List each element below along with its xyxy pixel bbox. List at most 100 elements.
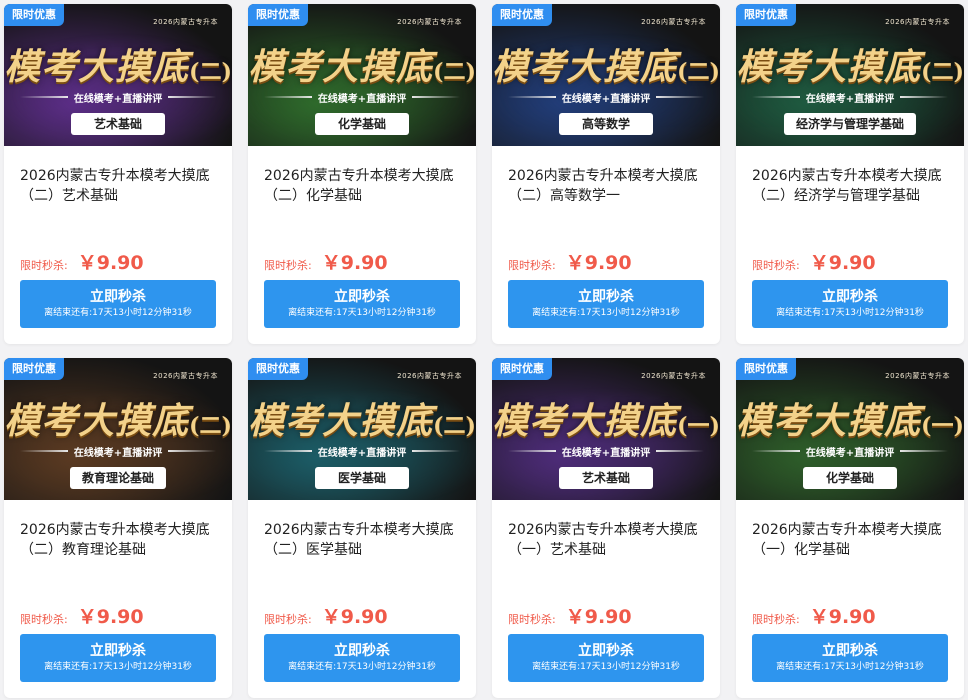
banner-subline-text: 在线模考+直播讲评	[805, 447, 895, 459]
banner-top-tag: 2026内蒙古专升本	[397, 18, 462, 26]
course-card[interactable]: 限时优惠 2026内蒙古专升本 模考大摸底(二) 在线模考+直播讲评 经济学与管…	[736, 4, 964, 344]
banner-title: 模考大摸底(二)	[248, 392, 476, 444]
banner-subline: 在线模考+直播讲评	[752, 90, 949, 105]
course-banner[interactable]: 限时优惠 2026内蒙古专升本 模考大摸底(二) 在线模考+直播讲评 化学基础	[248, 4, 476, 146]
course-name[interactable]: 2026内蒙古专升本模考大摸底（二）经济学与管理学基础	[752, 166, 952, 202]
banner-subline-text: 在线模考+直播讲评	[561, 447, 651, 459]
buy-now-button[interactable]: 立即秒杀 离结束还有:17天13小时12分钟31秒	[264, 634, 460, 682]
course-banner[interactable]: 限时优惠 2026内蒙古专升本 模考大摸底(二) 在线模考+直播讲评 医学基础	[248, 358, 476, 500]
banner-subline: 在线模考+直播讲评	[20, 444, 217, 459]
divider	[168, 96, 217, 98]
buy-now-button[interactable]: 立即秒杀 离结束还有:17天13小时12分钟31秒	[508, 634, 704, 682]
countdown-text: 离结束还有:17天13小时12分钟31秒	[44, 308, 192, 318]
course-card[interactable]: 限时优惠 2026内蒙古专升本 模考大摸底(一) 在线模考+直播讲评 艺术基础 …	[492, 358, 720, 698]
course-banner[interactable]: 限时优惠 2026内蒙古专升本 模考大摸底(二) 在线模考+直播讲评 教育理论基…	[4, 358, 232, 500]
price-row: 限时秒杀: ￥9.90	[264, 602, 388, 629]
banner-subline-text: 在线模考+直播讲评	[317, 447, 407, 459]
buy-now-label: 立即秒杀	[578, 643, 634, 659]
course-card[interactable]: 限时优惠 2026内蒙古专升本 模考大摸底(二) 在线模考+直播讲评 医学基础 …	[248, 358, 476, 698]
banner-title-part: (二)	[433, 413, 476, 439]
price-label: 限时秒杀:	[752, 613, 800, 626]
course-banner[interactable]: 限时优惠 2026内蒙古专升本 模考大摸底(一) 在线模考+直播讲评 艺术基础	[492, 358, 720, 500]
promo-badge: 限时优惠	[4, 358, 64, 380]
buy-now-label: 立即秒杀	[90, 289, 146, 305]
buy-now-button[interactable]: 立即秒杀 离结束还有:17天13小时12分钟31秒	[752, 280, 948, 328]
buy-now-label: 立即秒杀	[578, 289, 634, 305]
banner-title: 模考大摸底(二)	[4, 392, 232, 444]
buy-now-button[interactable]: 立即秒杀 离结束还有:17天13小时12分钟31秒	[752, 634, 948, 682]
promo-badge: 限时优惠	[736, 4, 796, 26]
promo-badge: 限时优惠	[492, 358, 552, 380]
buy-now-button[interactable]: 立即秒杀 离结束还有:17天13小时12分钟31秒	[264, 280, 460, 328]
price-row: 限时秒杀: ￥9.90	[508, 248, 632, 275]
countdown-text: 离结束还有:17天13小时12分钟31秒	[776, 308, 924, 318]
countdown-text: 离结束还有:17天13小时12分钟31秒	[532, 308, 680, 318]
banner-subline: 在线模考+直播讲评	[264, 90, 461, 105]
buy-now-button[interactable]: 立即秒杀 离结束还有:17天13小时12分钟31秒	[20, 634, 216, 682]
price-value: ￥9.90	[809, 252, 876, 274]
banner-subline-text: 在线模考+直播讲评	[561, 93, 651, 105]
divider	[20, 450, 68, 452]
divider	[412, 450, 461, 452]
promo-badge: 限时优惠	[492, 4, 552, 26]
course-name[interactable]: 2026内蒙古专升本模考大摸底（二）教育理论基础	[20, 520, 220, 556]
price-row: 限时秒杀: ￥9.90	[20, 602, 144, 629]
divider	[900, 96, 949, 98]
course-card[interactable]: 限时优惠 2026内蒙古专升本 模考大摸底(二) 在线模考+直播讲评 高等数学 …	[492, 4, 720, 344]
banner-top-tag: 2026内蒙古专升本	[641, 372, 706, 380]
banner-subject-label: 艺术基础	[559, 467, 653, 489]
course-name[interactable]: 2026内蒙古专升本模考大摸底（二）艺术基础	[20, 166, 220, 202]
banner-top-tag: 2026内蒙古专升本	[153, 18, 218, 26]
course-banner[interactable]: 限时优惠 2026内蒙古专升本 模考大摸底(二) 在线模考+直播讲评 高等数学	[492, 4, 720, 146]
price-value: ￥9.90	[809, 606, 876, 628]
buy-now-button[interactable]: 立即秒杀 离结束还有:17天13小时12分钟31秒	[20, 280, 216, 328]
banner-subject-label: 化学基础	[803, 467, 897, 489]
course-name[interactable]: 2026内蒙古专升本模考大摸底（一）化学基础	[752, 520, 952, 556]
price-label: 限时秒杀:	[508, 259, 556, 272]
buy-now-button[interactable]: 立即秒杀 离结束还有:17天13小时12分钟31秒	[508, 280, 704, 328]
banner-title-part: (二)	[433, 59, 476, 85]
promo-badge: 限时优惠	[248, 358, 308, 380]
price-value: ￥9.90	[77, 252, 144, 274]
divider	[656, 450, 705, 452]
course-name[interactable]: 2026内蒙古专升本模考大摸底（二）化学基础	[264, 166, 464, 202]
divider	[412, 96, 461, 98]
banner-title-text: 模考大摸底	[492, 46, 678, 88]
banner-subline-text: 在线模考+直播讲评	[73, 447, 163, 459]
buy-now-label: 立即秒杀	[334, 289, 390, 305]
banner-title: 模考大摸底(二)	[248, 38, 476, 90]
banner-title: 模考大摸底(二)	[4, 38, 232, 90]
buy-now-label: 立即秒杀	[822, 289, 878, 305]
banner-subject-label: 化学基础	[315, 113, 409, 135]
divider	[264, 96, 312, 98]
price-label: 限时秒杀:	[20, 613, 68, 626]
banner-subject-label: 医学基础	[315, 467, 409, 489]
banner-title-text: 模考大摸底	[492, 400, 678, 442]
course-name[interactable]: 2026内蒙古专升本模考大摸底（二）高等数学一	[508, 166, 708, 202]
course-banner[interactable]: 限时优惠 2026内蒙古专升本 模考大摸底(二) 在线模考+直播讲评 经济学与管…	[736, 4, 964, 146]
countdown-text: 离结束还有:17天13小时12分钟31秒	[44, 662, 192, 672]
divider	[656, 96, 705, 98]
course-banner[interactable]: 限时优惠 2026内蒙古专升本 模考大摸底(二) 在线模考+直播讲评 艺术基础	[4, 4, 232, 146]
price-row: 限时秒杀: ￥9.90	[508, 602, 632, 629]
banner-title-text: 模考大摸底	[4, 400, 190, 442]
banner-title-part: (一)	[677, 413, 720, 439]
course-banner[interactable]: 限时优惠 2026内蒙古专升本 模考大摸底(一) 在线模考+直播讲评 化学基础	[736, 358, 964, 500]
course-name[interactable]: 2026内蒙古专升本模考大摸底（一）艺术基础	[508, 520, 708, 556]
course-card[interactable]: 限时优惠 2026内蒙古专升本 模考大摸底(一) 在线模考+直播讲评 化学基础 …	[736, 358, 964, 698]
course-card[interactable]: 限时优惠 2026内蒙古专升本 模考大摸底(二) 在线模考+直播讲评 艺术基础 …	[4, 4, 232, 344]
course-card[interactable]: 限时优惠 2026内蒙古专升本 模考大摸底(二) 在线模考+直播讲评 教育理论基…	[4, 358, 232, 698]
countdown-text: 离结束还有:17天13小时12分钟31秒	[288, 308, 436, 318]
banner-title: 模考大摸底(二)	[492, 38, 720, 90]
course-name[interactable]: 2026内蒙古专升本模考大摸底（二）医学基础	[264, 520, 464, 556]
divider	[264, 450, 312, 452]
banner-title-part: (二)	[921, 59, 964, 85]
divider	[508, 96, 556, 98]
course-card[interactable]: 限时优惠 2026内蒙古专升本 模考大摸底(二) 在线模考+直播讲评 化学基础 …	[248, 4, 476, 344]
banner-top-tag: 2026内蒙古专升本	[397, 372, 462, 380]
banner-top-tag: 2026内蒙古专升本	[153, 372, 218, 380]
price-label: 限时秒杀:	[508, 613, 556, 626]
banner-subline: 在线模考+直播讲评	[264, 444, 461, 459]
divider	[508, 450, 556, 452]
banner-subline-text: 在线模考+直播讲评	[317, 93, 407, 105]
